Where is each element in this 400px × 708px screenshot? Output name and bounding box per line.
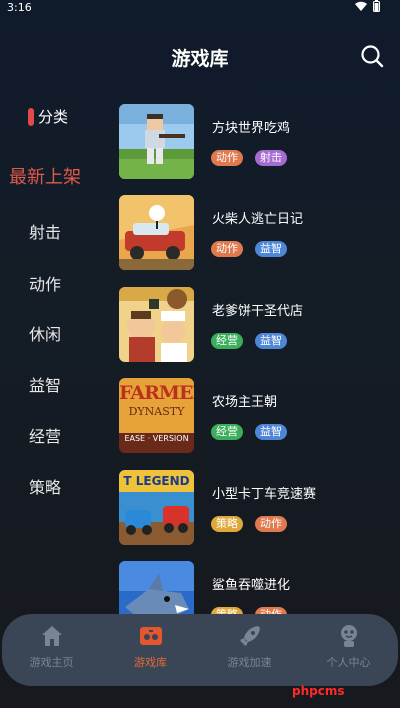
tag-badge: 益智	[255, 424, 287, 440]
status-bar: 3:16	[0, 0, 400, 14]
sidebar-item-management[interactable]: 经营	[0, 423, 90, 447]
tag-badge: 动作	[255, 516, 287, 532]
game-thumbnail	[119, 287, 194, 362]
category-marker	[28, 107, 34, 126]
sidebar-item-action[interactable]: 动作	[0, 271, 90, 295]
sidebar-item-puzzle[interactable]: 益智	[0, 372, 90, 396]
status-time: 3:16	[7, 1, 32, 14]
sidebar-item-strategy[interactable]: 策略	[0, 474, 90, 498]
tag-badge: 动作	[211, 241, 243, 257]
tag-badge: 动作	[255, 607, 287, 614]
search-icon	[361, 45, 384, 68]
game-name: 老爹饼干圣代店	[212, 304, 304, 319]
watermark: phpcms	[292, 684, 345, 698]
thumb-title-line1: T LEGEND	[123, 474, 190, 488]
game-thumbnail: FARMER DYNASTY EASE · VERSION	[119, 378, 194, 453]
tab-label: 游戏主页	[29, 656, 74, 669]
game-tags: 经营 益智	[211, 333, 287, 349]
game-thumbnail: T LEGEND	[119, 470, 194, 545]
tag-badge: 益智	[255, 241, 287, 257]
tag-badge: 益智	[255, 333, 287, 349]
thumb-title-line1: FARMER	[119, 382, 194, 404]
game-list: 方块世界吃鸡 动作 射击 火柴人逃亡日记 动作 益智 老爹饼干圣代店 经营 益智…	[118, 104, 400, 614]
game-list-item[interactable]: 鲨鱼吞噬进化 策略 动作	[118, 561, 400, 614]
thumb-title-line3: EASE · VERSION	[124, 434, 189, 443]
page-title: 游戏库	[171, 48, 229, 70]
category-header-label: 分类	[38, 108, 69, 126]
wifi-icon	[355, 1, 367, 11]
home-icon	[42, 626, 62, 646]
bottom-tab-bar: 游戏主页 游戏库 游戏加速 个人中心	[2, 614, 398, 686]
tag-badge: 射击	[255, 150, 287, 166]
tab-label: 游戏库	[134, 656, 167, 669]
category-header: 分类	[28, 106, 68, 127]
tag-badge: 经营	[211, 424, 243, 440]
game-name: 农场主王朝	[212, 395, 278, 410]
game-tags: 动作 射击	[211, 150, 287, 166]
game-list-item[interactable]: 火柴人逃亡日记 动作 益智	[118, 195, 400, 271]
game-list-item[interactable]: 方块世界吃鸡 动作 射击	[118, 104, 400, 180]
search-button[interactable]	[360, 44, 384, 68]
tab-label: 个人中心	[326, 656, 371, 669]
user-icon	[341, 625, 357, 647]
game-name: 小型卡丁车竞速赛	[212, 487, 317, 502]
rocket-icon	[240, 626, 260, 646]
sidebar-item-casual[interactable]: 休闲	[0, 321, 90, 345]
game-thumbnail	[119, 561, 194, 614]
tab-profile[interactable]: 个人中心	[299, 614, 398, 686]
tab-game-library[interactable]: 游戏库	[101, 614, 200, 686]
game-tags: 策略 动作	[211, 607, 287, 614]
game-tags: 策略 动作	[211, 516, 287, 532]
tag-badge: 经营	[211, 333, 243, 349]
tag-badge: 动作	[211, 150, 243, 166]
game-tags: 经营 益智	[211, 424, 287, 440]
tab-label: 游戏加速	[227, 656, 272, 669]
sidebar-item-shooting[interactable]: 射击	[0, 219, 90, 243]
gamepad-icon	[140, 627, 162, 645]
game-list-item[interactable]: T LEGEND 小型卡丁车竞速赛 策略 动作	[118, 470, 400, 546]
tab-game-boost[interactable]: 游戏加速	[200, 614, 299, 686]
game-name: 方块世界吃鸡	[212, 121, 291, 136]
game-list-item[interactable]: FARMER DYNASTY EASE · VERSION 农场主王朝 经营 益…	[118, 378, 400, 454]
game-name: 鲨鱼吞噬进化	[212, 578, 291, 593]
battery-icon	[373, 0, 380, 12]
game-tags: 动作 益智	[211, 241, 287, 257]
game-list-item[interactable]: 老爹饼干圣代店 经营 益智	[118, 287, 400, 363]
status-icons	[355, 0, 380, 12]
tab-home[interactable]: 游戏主页	[2, 614, 101, 686]
game-name: 火柴人逃亡日记	[212, 212, 304, 227]
game-thumbnail	[119, 104, 194, 179]
thumb-title-line2: DYNASTY	[128, 405, 185, 418]
tag-badge: 策略	[211, 516, 243, 532]
tag-badge: 策略	[211, 607, 243, 614]
game-thumbnail	[119, 195, 194, 270]
sidebar-item-latest[interactable]: 最新上架	[0, 163, 90, 189]
